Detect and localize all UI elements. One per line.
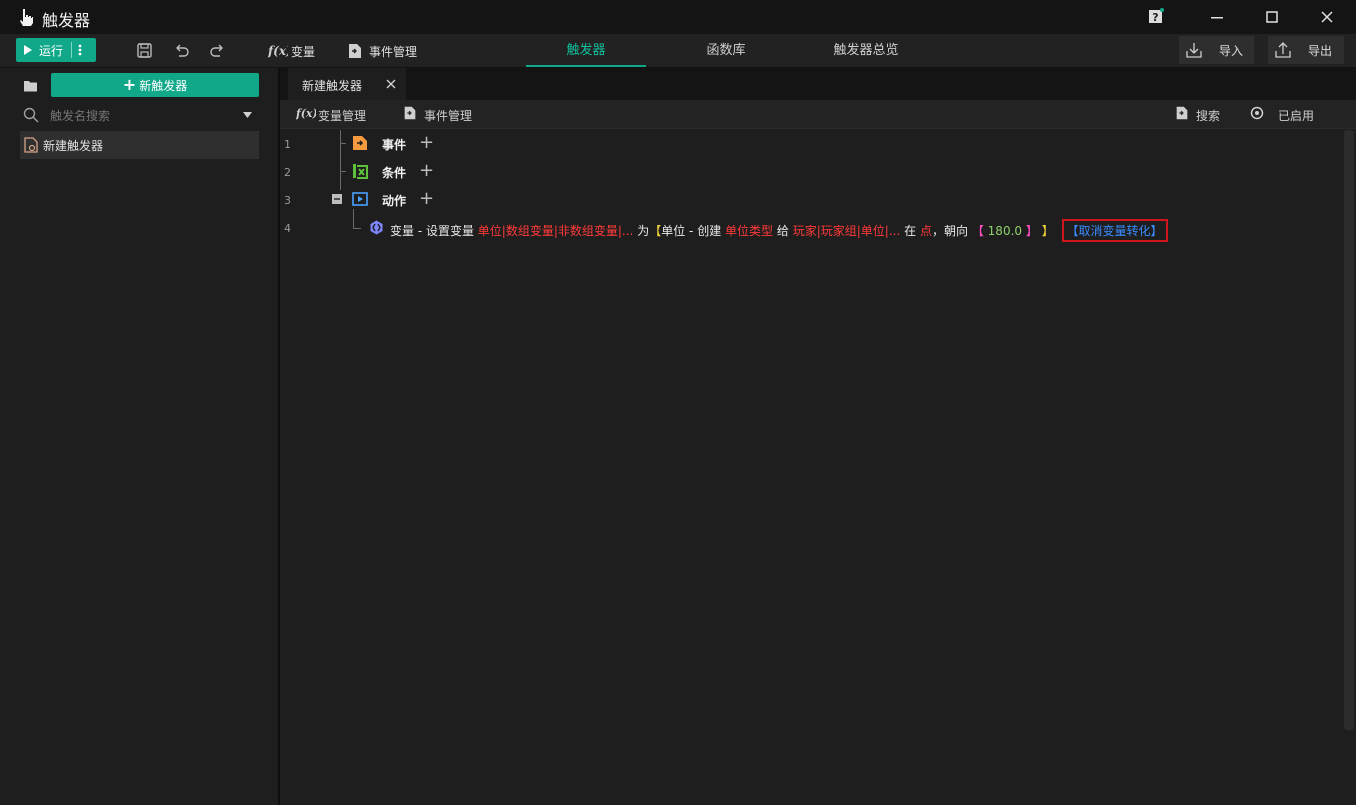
minimize-button[interactable] (1188, 0, 1246, 34)
condition-node-label[interactable]: 条件 (382, 164, 406, 181)
trigger-item-label: 新建触发器 (43, 138, 104, 153)
export-button[interactable]: 导出 (1268, 36, 1344, 64)
tree-line (353, 228, 361, 229)
save-icon[interactable] (136, 42, 154, 60)
add-event-icon[interactable]: + (419, 134, 434, 152)
variable-param[interactable]: 单位|数组变量|非数组变量|... (478, 224, 634, 238)
document-tab[interactable]: 新建触发器 (288, 68, 406, 100)
title-bar: 触发器 ? (0, 0, 1356, 34)
condition-icon (353, 164, 368, 179)
bracket-close: 】 (1041, 224, 1054, 238)
tree-line (340, 130, 341, 190)
line-number: 1 (284, 138, 291, 151)
close-tab-icon[interactable] (386, 79, 396, 89)
vertical-scrollbar[interactable] (1344, 130, 1354, 730)
event-icon (353, 136, 367, 150)
new-trigger-button[interactable]: + 新触发器 (51, 73, 259, 97)
cancel-variable-conversion-link[interactable]: 【取消变量转化】 (1061, 219, 1168, 242)
event-node-label[interactable]: 事件 (382, 136, 406, 153)
svg-text:f(x): f(x) (296, 107, 316, 120)
chevron-down-icon[interactable] (243, 112, 252, 118)
unit-create-text: 单位 - 创建 (661, 224, 722, 238)
search-row (20, 104, 260, 126)
unit-type-param[interactable]: 单位类型 (725, 224, 773, 238)
tree-line (340, 143, 346, 144)
tab-triggers[interactable]: 触发器 (526, 34, 646, 67)
line-number: 4 (284, 222, 291, 235)
event-manage-button[interactable]: 事件管理 (369, 43, 417, 60)
undo-icon[interactable] (173, 42, 191, 60)
hand-pointer-icon (20, 9, 33, 26)
set-variable-icon (370, 220, 383, 235)
tree-line (340, 171, 346, 172)
run-label: 运行 (39, 43, 64, 58)
at-text: 在 (904, 224, 917, 238)
variable-fx-icon: f(x) (296, 107, 316, 120)
point-param[interactable]: 点 (920, 224, 932, 238)
action-prefix: 变量 - 设置变量 (390, 224, 474, 238)
plus-icon: + (122, 75, 137, 94)
trigger-search-input[interactable] (48, 106, 232, 126)
divider (71, 42, 73, 58)
export-icon (1275, 42, 1291, 58)
give-text: 给 (776, 224, 789, 238)
angle-bracket-close: 】 (1025, 224, 1038, 238)
tab-trigger-overview[interactable]: 触发器总览 (806, 34, 926, 67)
variable-manage-button[interactable]: 变量管理 (318, 107, 366, 124)
editor-panel: 新建触发器 f(x) 变量管理 事件管理 搜索 已启用 (280, 68, 1356, 805)
redo-icon[interactable] (208, 42, 226, 60)
enabled-toggle-icon[interactable] (1250, 106, 1264, 120)
sidebar: + 新触发器 新建触发器 (0, 68, 280, 805)
action-icon (352, 192, 368, 206)
action-statement[interactable]: 变量 - 设置变量 单位|数组变量|非数组变量|... 为【单位 - 创建 单位… (390, 219, 1168, 242)
event-manage-icon (404, 106, 416, 120)
app-title: 触发器 (42, 11, 91, 30)
run-button[interactable]: 运行 (16, 38, 96, 62)
add-action-icon[interactable]: + (419, 190, 434, 208)
document-tabbar: 新建触发器 (280, 68, 1356, 100)
maximize-button[interactable] (1243, 0, 1301, 34)
search-doc-icon (1176, 106, 1188, 120)
line-number: 2 (284, 166, 291, 179)
variable-button[interactable]: 变量 (291, 43, 315, 60)
help-icon[interactable]: ? (1148, 8, 1164, 24)
editor-sub-toolbar: f(x) 变量管理 事件管理 搜索 已启用 (280, 100, 1356, 129)
variable-fx-icon: f(x) (268, 44, 288, 58)
new-trigger-label: 新触发器 (139, 78, 188, 93)
export-label: 导出 (1308, 43, 1333, 58)
folder-icon[interactable] (24, 80, 39, 92)
document-tab-label: 新建触发器 (302, 79, 363, 93)
as-text: 为 (637, 224, 650, 238)
line-number: 3 (284, 194, 291, 207)
event-manage-button[interactable]: 事件管理 (424, 107, 472, 124)
search-button[interactable]: 搜索 (1196, 107, 1220, 124)
more-icon[interactable] (78, 44, 82, 56)
trigger-list-item[interactable]: 新建触发器 (20, 131, 259, 159)
svg-text:?: ? (1152, 11, 1158, 24)
minimize-icon (1211, 17, 1223, 19)
play-icon (24, 45, 32, 55)
player-param[interactable]: 玩家|玩家组|单位|... (793, 224, 901, 238)
bracket-open: 【 (649, 224, 662, 238)
angle-param[interactable]: 180.0 (988, 224, 1022, 238)
tab-function-library[interactable]: 函数库 (666, 34, 786, 67)
close-button[interactable] (1298, 0, 1356, 34)
collapse-icon[interactable] (332, 194, 342, 204)
add-condition-icon[interactable]: + (419, 162, 434, 180)
trigger-file-icon (24, 137, 38, 153)
angle-bracket-open: 【 (971, 224, 984, 238)
maximize-icon (1266, 11, 1278, 23)
close-icon (1321, 11, 1333, 23)
enabled-status[interactable]: 已启用 (1278, 107, 1314, 124)
import-label: 导入 (1219, 43, 1244, 58)
event-manage-icon (349, 44, 361, 58)
main-toolbar: 运行 f(x) 变量 事件管理 触发器 函数库 触发器总览 导入 (0, 34, 1356, 68)
tree-line (353, 209, 354, 228)
import-icon (1186, 43, 1202, 58)
facing-text: ，朝向 (931, 224, 968, 238)
action-node-label[interactable]: 动作 (382, 192, 406, 209)
svg-text:f(x): f(x) (268, 44, 288, 58)
search-icon (23, 107, 39, 123)
import-button[interactable]: 导入 (1179, 36, 1254, 64)
